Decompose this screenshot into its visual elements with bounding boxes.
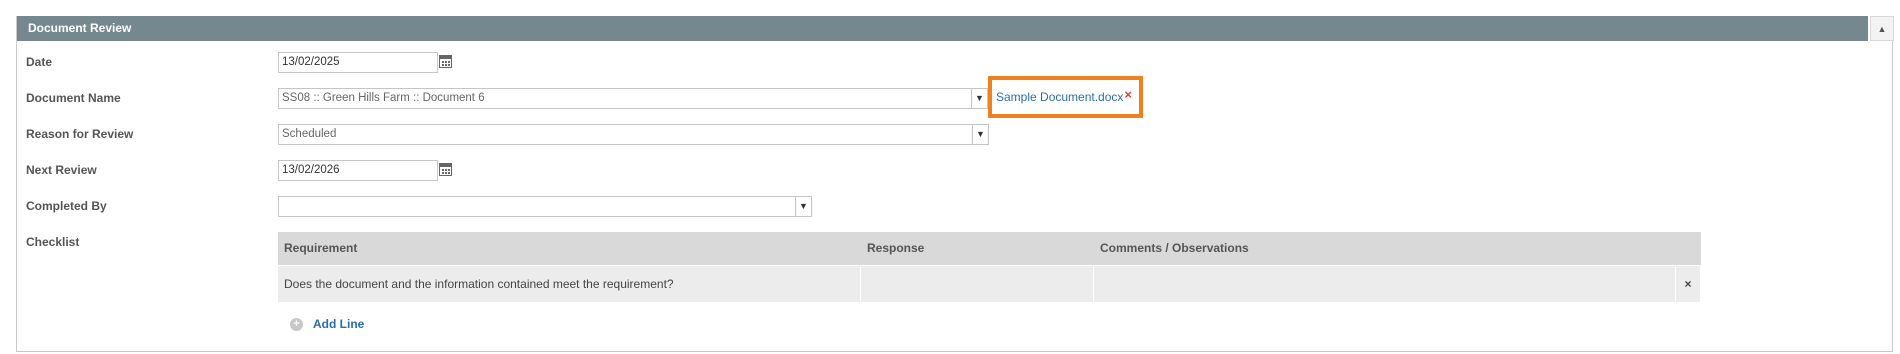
chevron-down-icon[interactable]: ▼ — [972, 125, 988, 144]
reason-select[interactable]: Scheduled ▼ — [278, 124, 989, 145]
next-review-input[interactable]: 13/02/2026 — [278, 160, 438, 181]
add-line-label: Add Line — [313, 317, 365, 331]
calendar-icon[interactable] — [439, 55, 452, 68]
table-header: Requirement Response Comments / Observat… — [278, 232, 1701, 265]
checklist-table: Requirement Response Comments / Observat… — [278, 232, 1701, 302]
completed-by-label: Completed By — [26, 199, 107, 213]
next-review-label: Next Review — [26, 163, 97, 177]
document-name-select[interactable]: SS08 :: Green Hills Farm :: Document 6 ▼ — [278, 88, 988, 109]
chevron-down-icon[interactable]: ▼ — [795, 197, 811, 216]
triangle-up-icon: ▲ — [1877, 23, 1887, 34]
date-input[interactable]: 13/02/2025 — [278, 52, 438, 73]
calendar-icon[interactable] — [439, 163, 452, 176]
comments-cell[interactable] — [1094, 266, 1676, 302]
reason-value: Scheduled — [282, 128, 337, 140]
attachment-highlight: Sample Document.docx × — [988, 76, 1143, 118]
completed-by-select[interactable]: ▼ — [278, 196, 812, 217]
plus-circle-icon: + — [290, 317, 303, 331]
column-header: Comments / Observations — [1100, 241, 1249, 255]
collapse-button[interactable]: ▲ — [1870, 16, 1894, 41]
date-label: Date — [26, 55, 53, 69]
response-cell[interactable] — [861, 266, 1094, 302]
document-name-label: Document Name — [26, 91, 121, 105]
column-header: Response — [867, 241, 925, 255]
add-line-button[interactable]: + Add Line — [290, 317, 364, 331]
attachment-link[interactable]: Sample Document.docx — [996, 90, 1123, 104]
panel-title: Document Review — [17, 16, 1868, 41]
requirement-cell: Does the document and the information co… — [278, 266, 861, 302]
chevron-down-icon[interactable]: ▼ — [971, 89, 987, 108]
reason-label: Reason for Review — [26, 127, 134, 141]
remove-row-icon[interactable]: × — [1676, 266, 1701, 302]
checklist-label: Checklist — [26, 235, 80, 249]
column-header: Requirement — [284, 241, 358, 255]
remove-attachment-icon[interactable]: × — [1124, 87, 1132, 102]
table-row: Does the document and the information co… — [278, 265, 1701, 302]
document-name-value: SS08 :: Green Hills Farm :: Document 6 — [282, 92, 485, 104]
